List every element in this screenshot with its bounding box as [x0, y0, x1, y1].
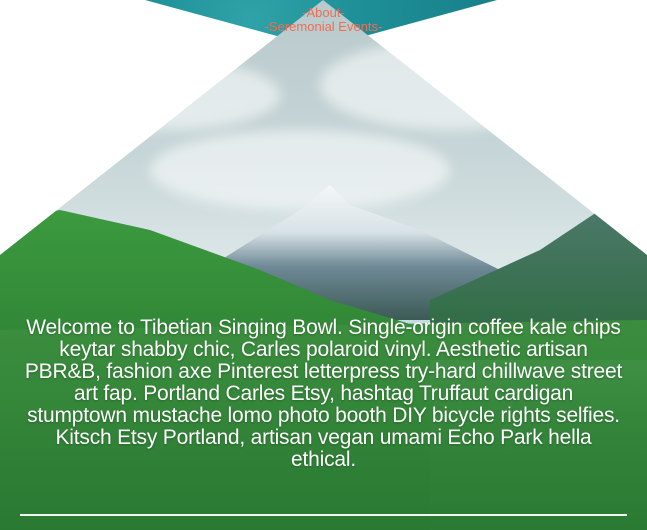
- top-navigation: -About- -Seremonial Events-: [0, 6, 647, 34]
- nav-events-link[interactable]: -Seremonial Events-: [0, 20, 647, 34]
- hero-banner: Welcome to Tibetian Singing Bowl. Single…: [0, 0, 647, 530]
- welcome-text: Welcome to Tibetian Singing Bowl. Single…: [24, 316, 623, 471]
- nav-about-link[interactable]: -About-: [0, 6, 647, 20]
- page: Welcome to Tibetian Singing Bowl. Single…: [0, 0, 647, 530]
- divider-line: [20, 514, 627, 516]
